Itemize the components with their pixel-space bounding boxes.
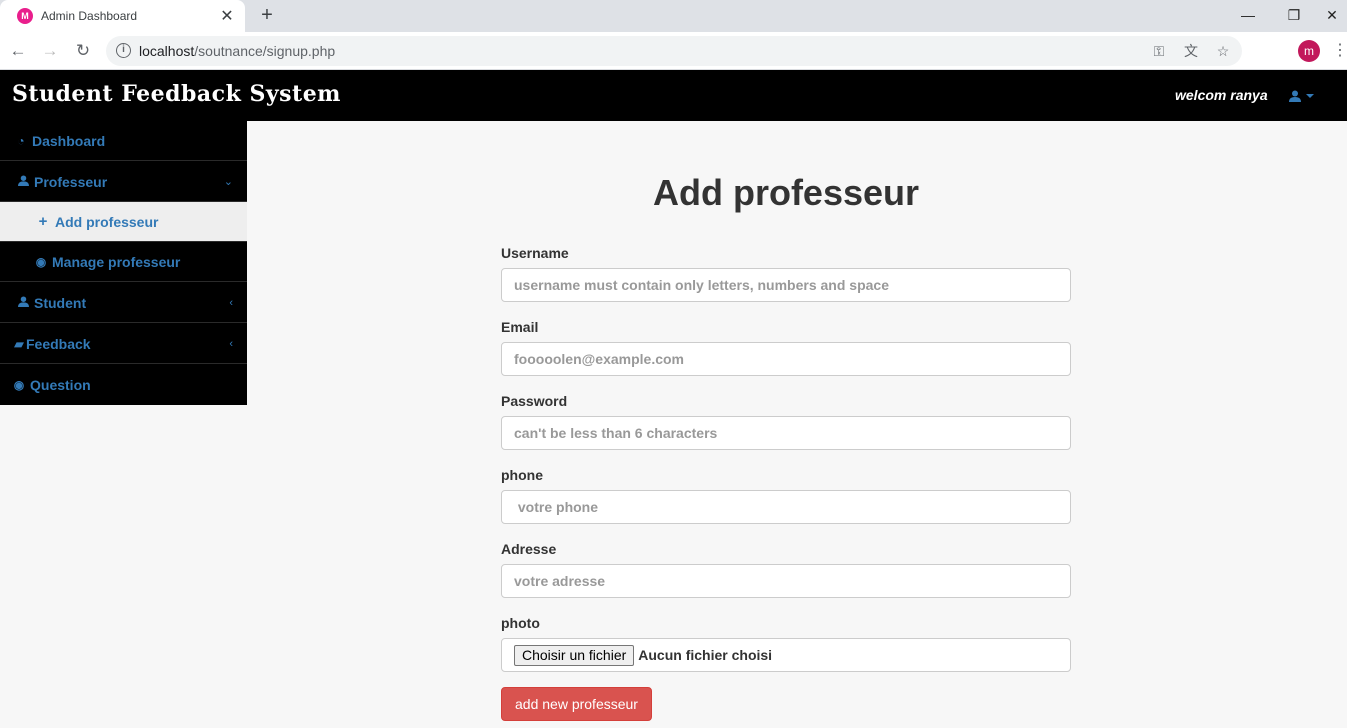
user-icon bbox=[16, 295, 30, 310]
new-tab-icon[interactable]: + bbox=[256, 4, 278, 26]
sidebar-item-professeur[interactable]: Professeur ⌄ bbox=[0, 162, 247, 202]
dashboard-icon: ◔ bbox=[17, 133, 25, 148]
eye-icon: ◉ bbox=[13, 378, 25, 392]
user-dropdown[interactable] bbox=[1289, 86, 1319, 106]
caret-down-icon bbox=[1306, 94, 1314, 98]
adresse-input[interactable] bbox=[501, 564, 1071, 598]
password-label: Password bbox=[501, 393, 568, 409]
sidebar-item-feedback[interactable]: ▰ Feedback ‹ bbox=[0, 324, 247, 364]
phone-label: phone bbox=[501, 467, 543, 483]
sidebar: ◔ Dashboard Professeur ⌄ + Add professeu… bbox=[0, 121, 247, 405]
back-icon[interactable]: ← bbox=[6, 39, 30, 63]
username-input[interactable] bbox=[501, 268, 1071, 302]
plus-icon: + bbox=[38, 213, 48, 230]
sidebar-item-manage-professeur[interactable]: ◉ Manage professeur bbox=[0, 242, 247, 282]
chevron-down-icon: ⌄ bbox=[223, 176, 233, 188]
adresse-label: Adresse bbox=[501, 541, 557, 557]
app-navbar: Student Feedback System welcom ranya bbox=[0, 70, 1347, 121]
book-icon: ▰ bbox=[14, 336, 24, 351]
tab-title: Admin Dashboard bbox=[41, 9, 138, 23]
url-text: localhost/soutnance/signup.php bbox=[139, 43, 336, 59]
eye-icon: ◉ bbox=[35, 254, 47, 269]
password-input[interactable] bbox=[501, 416, 1071, 450]
choose-file-button[interactable]: Choisir un fichier bbox=[514, 644, 635, 666]
close-tab-icon[interactable]: ✕ bbox=[217, 6, 237, 26]
welcome-text: welcom ranya bbox=[1175, 87, 1268, 103]
sidebar-item-label: Question bbox=[30, 377, 91, 393]
email-label: Email bbox=[501, 319, 539, 335]
chevron-left-icon: ‹ bbox=[229, 296, 233, 309]
brand-title[interactable]: Student Feedback System bbox=[12, 81, 341, 107]
sidebar-item-add-professeur[interactable]: + Add professeur bbox=[0, 202, 247, 242]
sidebar-item-dashboard[interactable]: ◔ Dashboard bbox=[0, 121, 247, 161]
info-icon[interactable]: i bbox=[116, 43, 131, 58]
sidebar-item-label: Student bbox=[34, 294, 87, 311]
address-bar[interactable]: i localhost/soutnance/signup.php ⚿ 文 ☆ bbox=[106, 36, 1242, 66]
menu-icon[interactable]: ⋮ bbox=[1332, 40, 1347, 62]
sidebar-item-student[interactable]: Student ‹ bbox=[0, 283, 247, 323]
chevron-left-icon: ‹ bbox=[229, 337, 233, 350]
file-status-text: Aucun fichier choisi bbox=[638, 647, 773, 663]
browser-tab-strip: M Admin Dashboard ✕ + — ❐ ✕ bbox=[0, 0, 1347, 32]
browser-tab[interactable]: M Admin Dashboard ✕ bbox=[0, 0, 245, 32]
star-icon[interactable]: ☆ bbox=[1213, 41, 1233, 61]
page-title: Add professeur bbox=[652, 172, 920, 213]
favicon-icon: M bbox=[17, 8, 33, 24]
close-window-icon[interactable]: ✕ bbox=[1317, 0, 1347, 30]
photo-label: photo bbox=[501, 615, 540, 631]
reload-icon[interactable]: ↻ bbox=[71, 39, 95, 63]
restore-icon[interactable]: ❐ bbox=[1271, 0, 1317, 30]
sidebar-item-label: Add professeur bbox=[55, 213, 159, 230]
add-professeur-button[interactable]: add new professeur bbox=[501, 687, 652, 721]
sidebar-item-question[interactable]: ◉ Question bbox=[0, 365, 247, 405]
sidebar-item-label: Feedback bbox=[26, 335, 91, 352]
user-icon bbox=[1289, 90, 1301, 102]
sidebar-item-label: Professeur bbox=[34, 173, 108, 190]
phone-input[interactable] bbox=[501, 490, 1071, 524]
profile-avatar[interactable]: m bbox=[1298, 40, 1320, 62]
forward-icon[interactable]: → bbox=[38, 39, 62, 63]
translate-icon[interactable]: 文 bbox=[1181, 41, 1201, 61]
sidebar-item-label: Manage professeur bbox=[52, 253, 181, 270]
username-label: Username bbox=[501, 245, 569, 261]
user-icon bbox=[16, 174, 30, 189]
key-icon[interactable]: ⚿ bbox=[1149, 41, 1169, 61]
email-input[interactable] bbox=[501, 342, 1071, 376]
browser-toolbar: ← → ↻ i localhost/soutnance/signup.php ⚿… bbox=[0, 32, 1347, 70]
minimize-icon[interactable]: — bbox=[1225, 0, 1271, 30]
sidebar-item-label: Dashboard bbox=[32, 132, 106, 149]
photo-file-input: Choisir un fichier Aucun fichier choisi bbox=[501, 638, 1071, 672]
